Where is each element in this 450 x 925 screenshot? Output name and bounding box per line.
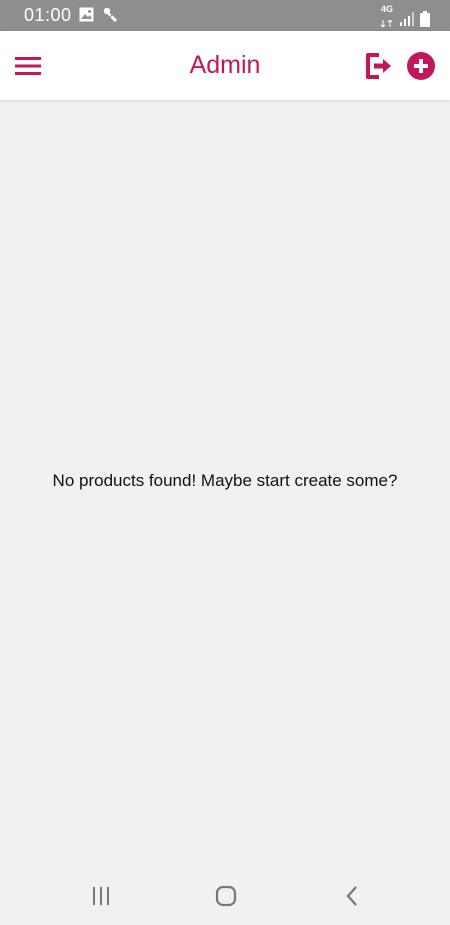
gallery-icon: [79, 7, 94, 22]
screen: 01:00 4G Admin No products found! Maybe …: [0, 0, 450, 925]
empty-state-message: No products found! Maybe start create so…: [52, 471, 398, 490]
status-right-icons: 4G: [380, 5, 430, 32]
logout-icon: [366, 53, 391, 79]
navigation-bar: [0, 866, 450, 925]
home-icon: [215, 885, 237, 907]
recent-apps-button[interactable]: [87, 882, 115, 910]
logout-button[interactable]: [364, 51, 392, 81]
recent-apps-icon: [93, 887, 109, 905]
add-circle-icon: [407, 52, 435, 80]
home-button[interactable]: [212, 882, 240, 910]
add-product-button[interactable]: [407, 52, 435, 80]
signal-icon: [400, 11, 414, 26]
network-label: 4G: [380, 4, 393, 14]
app-bar: Admin: [0, 31, 450, 100]
data-arrows-icon: [380, 19, 393, 28]
debug-icon: [103, 7, 118, 23]
status-left-icons: [79, 7, 118, 23]
network-indicator: 4G: [380, 5, 394, 32]
battery-icon: [420, 10, 430, 27]
back-icon: [346, 886, 357, 906]
status-bar: 01:00 4G: [0, 0, 450, 31]
back-button[interactable]: [338, 882, 366, 910]
status-time: 01:00: [24, 5, 72, 25]
